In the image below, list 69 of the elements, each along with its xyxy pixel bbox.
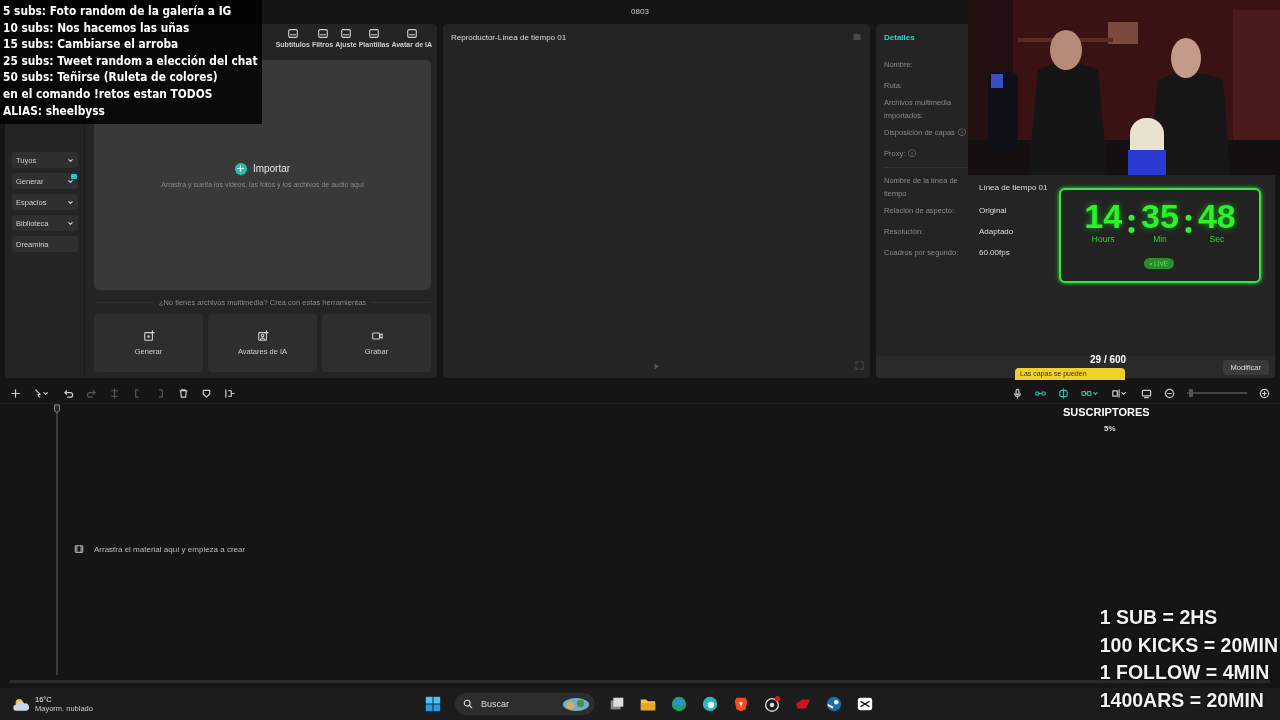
details-title: Detalles bbox=[884, 32, 915, 42]
shield-icon[interactable] bbox=[201, 387, 212, 399]
swirl-icon[interactable] bbox=[701, 695, 719, 713]
tab-icon bbox=[339, 28, 352, 39]
undo-icon[interactable] bbox=[63, 387, 74, 399]
redo-icon[interactable] bbox=[86, 387, 97, 399]
goal-line: 5 subs: Foto random de la galería a IG bbox=[3, 3, 233, 20]
pointer-icon[interactable] bbox=[33, 387, 51, 399]
rate-line: 1 SUB = 2HS bbox=[1099, 605, 1219, 630]
subscriber-goal-title: SUSCRIPTORES bbox=[1063, 406, 1150, 418]
field-value: Adaptado bbox=[979, 227, 1014, 236]
tab-icon bbox=[316, 28, 329, 39]
cloud-sun-icon[interactable] bbox=[12, 696, 30, 712]
rate-line: 1400ARS = 20MIN bbox=[1099, 687, 1265, 713]
preview-icon[interactable] bbox=[1141, 387, 1152, 399]
timer-minutes: 35 bbox=[1141, 198, 1179, 234]
field-value: Original bbox=[979, 206, 1007, 215]
search-icon bbox=[463, 699, 473, 709]
subscriber-count: 29 / 600 bbox=[1090, 354, 1127, 365]
timer-unit: Min bbox=[1153, 234, 1167, 244]
microphone-icon[interactable] bbox=[1012, 387, 1023, 399]
windows-start-icon[interactable] bbox=[424, 695, 442, 713]
camera-icon bbox=[370, 330, 383, 342]
window-title: 0803 bbox=[631, 6, 649, 16]
field-value: 60.00fps bbox=[979, 248, 1010, 257]
timer-hours: 14 bbox=[1084, 198, 1123, 234]
insert-icon[interactable] bbox=[224, 387, 235, 399]
search-field[interactable]: Buscar bbox=[479, 698, 556, 710]
info-icon[interactable]: ⓘ bbox=[908, 148, 917, 159]
timer-unit: Hours bbox=[1091, 234, 1115, 244]
clapper-icon[interactable] bbox=[856, 695, 874, 713]
search-bar[interactable]: Buscar bbox=[455, 693, 595, 715]
landscape-icon bbox=[562, 696, 590, 712]
tab-icon bbox=[286, 28, 299, 39]
plus-icon bbox=[234, 162, 247, 175]
chevron-icon bbox=[67, 219, 74, 227]
field-value: Línea de tiempo 01 bbox=[979, 182, 1048, 192]
tab-icon bbox=[405, 28, 418, 39]
zoom-out-icon[interactable] bbox=[1164, 387, 1175, 399]
import-button[interactable]: Importar bbox=[234, 162, 291, 175]
plus-icon[interactable] bbox=[10, 387, 21, 399]
goal-line: 10 subs: Nos hacemos las uñas bbox=[3, 19, 191, 37]
player-title: Reproductor-Línea de tiempo 01 bbox=[451, 32, 567, 42]
snap-icon[interactable] bbox=[1058, 387, 1069, 399]
sparkle-image-icon bbox=[142, 330, 155, 342]
subscriber-goal-percent: 5% bbox=[1104, 424, 1116, 433]
film-icon bbox=[74, 544, 84, 554]
new-badge-icon bbox=[71, 174, 77, 179]
tab-icon bbox=[368, 28, 381, 39]
rate-line: 1 FOLLOW = 4MIN bbox=[1099, 660, 1271, 685]
person-frame-icon bbox=[256, 330, 269, 342]
chevron-icon bbox=[67, 177, 74, 185]
info-icon[interactable]: ⓘ bbox=[957, 127, 966, 138]
rate-line: 100 KICKS = 20MIN bbox=[1099, 632, 1278, 658]
split-icon[interactable] bbox=[109, 387, 120, 399]
timer-unit: Sec bbox=[1209, 234, 1225, 244]
record-icon[interactable] bbox=[763, 695, 781, 713]
zoom-in-icon[interactable] bbox=[1259, 387, 1270, 399]
steam-icon[interactable] bbox=[825, 695, 843, 713]
chevron-icon bbox=[67, 198, 74, 206]
goal-line: 15 subs: Cambiarse el arroba bbox=[3, 36, 180, 53]
chevron-icon bbox=[67, 156, 74, 164]
timer-seconds: 48 bbox=[1197, 198, 1236, 234]
split-view-icon[interactable] bbox=[1111, 387, 1129, 399]
delete-icon[interactable] bbox=[178, 387, 189, 399]
timeline-hint: Arrastra el material aquí y empieza a crear bbox=[94, 544, 246, 554]
colon-icon bbox=[1184, 212, 1192, 234]
lion-shield-icon[interactable] bbox=[732, 695, 750, 713]
colon-icon bbox=[1128, 212, 1136, 234]
